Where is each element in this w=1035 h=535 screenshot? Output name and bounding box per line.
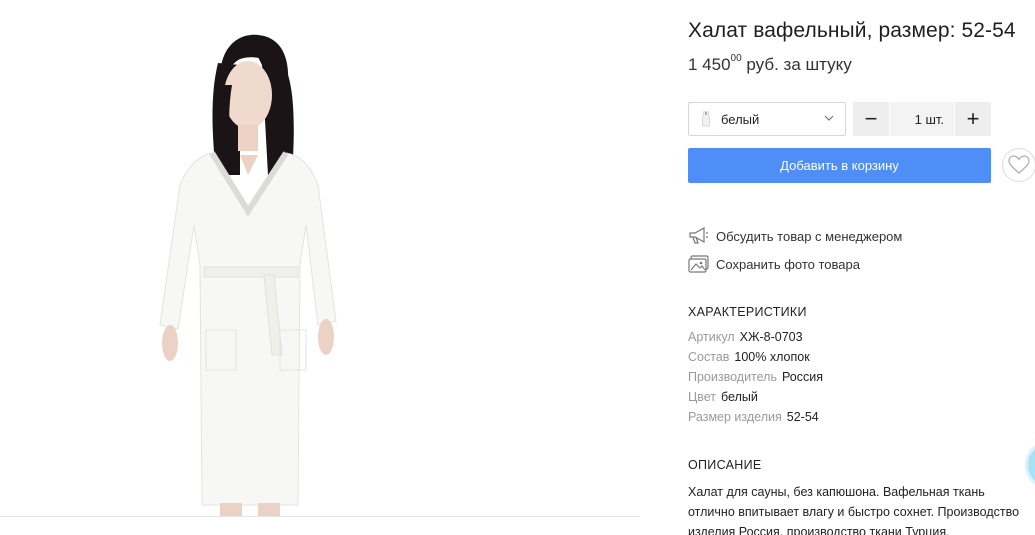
description-text: Халат для сауны, без капюшона. Вафельная…: [688, 482, 1035, 535]
quantity-field[interactable]: 1 шт.: [889, 102, 955, 136]
save-photo-link[interactable]: Сохранить фото товара: [688, 254, 860, 274]
spec-row: Размер изделия 52-54: [688, 410, 819, 424]
spec-row: Производитель Россия: [688, 370, 823, 384]
color-select-value: белый: [721, 111, 760, 127]
megaphone-icon: [688, 226, 710, 246]
description-line: Халат для сауны, без капюшона. Вафельная…: [688, 485, 985, 499]
characteristics-title: ХАРАКТЕРИСТИКИ: [688, 305, 807, 319]
quantity-stepper: − 1 шт. +: [853, 102, 991, 136]
save-photo-label: Сохранить фото товара: [716, 256, 860, 272]
price-main: 1 450: [688, 55, 731, 74]
quantity-value: 1: [914, 111, 922, 127]
spec-key: Размер изделия: [688, 410, 782, 424]
spec-row: Артикул ХЖ-8-0703: [688, 330, 803, 344]
price-cents: 00: [730, 53, 742, 65]
description-line: отлично впитывает влагу и быстро сохнет.…: [688, 505, 1020, 519]
spec-key: Производитель: [688, 370, 777, 384]
product-price: 1 45000 руб. за штуку: [688, 53, 852, 75]
spec-key: Цвет: [688, 390, 717, 404]
spec-value: 100% хлопок: [734, 350, 810, 364]
spec-key: Артикул: [688, 330, 735, 344]
spec-row: Состав 100% хлопок: [688, 350, 810, 364]
product-info: Халат вафельный, размер: 52-54 1 45000 р…: [688, 0, 1035, 535]
color-select[interactable]: белый: [688, 102, 846, 136]
product-title: Халат вафельный, размер: 52-54: [688, 19, 1016, 42]
spec-value: белый: [721, 390, 758, 404]
product-image: [140, 25, 340, 517]
robe-thumbnail-icon: [701, 110, 711, 128]
quantity-decrease-button[interactable]: −: [853, 102, 889, 136]
spec-value: ХЖ-8-0703: [739, 330, 803, 344]
photo-divider: [0, 516, 640, 517]
quantity-increase-button[interactable]: +: [955, 102, 991, 136]
description-line: изделия Россия, производство ткани Турци…: [688, 525, 950, 535]
description-title: ОПИСАНИЕ: [688, 458, 762, 472]
image-icon: [688, 254, 710, 274]
spec-value: Россия: [781, 370, 823, 384]
chevron-down-icon: [824, 115, 834, 121]
spec-value: 52-54: [786, 410, 819, 424]
price-unit: руб. за штуку: [746, 55, 852, 74]
favorite-button[interactable]: [1002, 148, 1035, 182]
add-to-cart-button[interactable]: Добавить в корзину: [688, 148, 991, 183]
quantity-unit: шт.: [925, 111, 944, 127]
heart-icon: [1008, 155, 1030, 174]
discuss-with-manager-link[interactable]: Обсудить товар с менеджером: [688, 226, 902, 246]
product-photo[interactable]: [0, 0, 640, 517]
discuss-label: Обсудить товар с менеджером: [716, 228, 903, 244]
spec-key: Состав: [688, 350, 730, 364]
spec-row: Цвет белый: [688, 390, 758, 404]
